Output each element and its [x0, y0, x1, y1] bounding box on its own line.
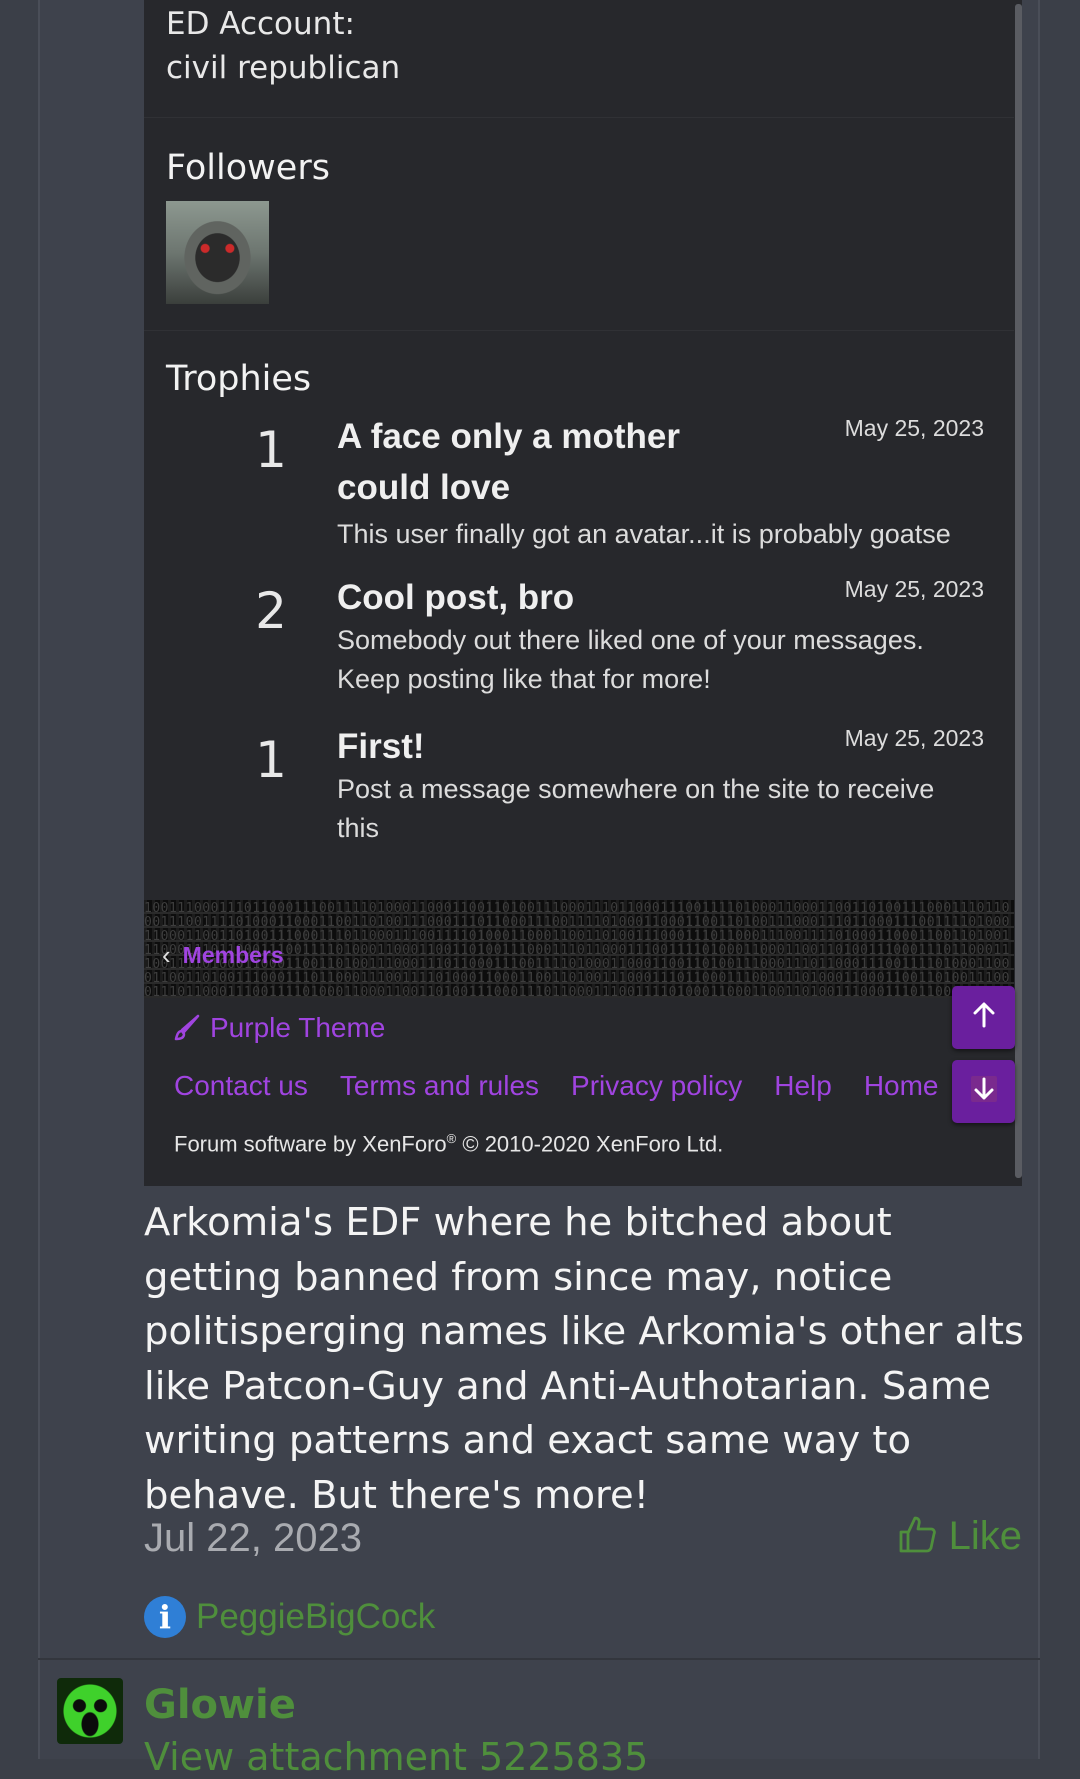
breadcrumb-back-link[interactable]: ‹ Members	[162, 940, 284, 971]
copyright-suffix: © 2010-2020 XenForo Ltd.	[456, 1131, 724, 1157]
post-body-text: Arkomia's EDF where he bitched about get…	[144, 1200, 1025, 1518]
trophy-title: A face only a mother could love	[337, 417, 680, 507]
footer-link-help[interactable]: Help	[774, 1070, 832, 1102]
followers-block: Followers	[144, 118, 1014, 331]
trophy-date: May 25, 2023	[844, 576, 984, 602]
reactions-bar[interactable]: i PeggieBigCock	[144, 1596, 435, 1638]
scroll-top-button[interactable]	[952, 986, 1015, 1049]
embedded-profile-screenshot: ED Account: civil republican Followers T…	[144, 0, 1022, 1186]
trophies-title: Trophies	[166, 359, 312, 399]
reactor-name[interactable]: PeggieBigCock	[196, 1597, 435, 1637]
like-button[interactable]: Like	[897, 1513, 1022, 1560]
arrow-up-icon	[969, 1000, 999, 1035]
thumbs-up-icon	[897, 1513, 939, 1560]
username-link[interactable]: Glowie	[144, 1682, 296, 1728]
trophy-date: May 25, 2023	[844, 415, 984, 441]
binary-breadcrumb-bar: 1001110001110110001110011110100011000110…	[144, 900, 1014, 998]
trophies-block: Trophies 1 A face only a mother could lo…	[144, 331, 1014, 891]
follower-avatar	[166, 201, 269, 304]
copyright-prefix: Forum software by XenForo	[174, 1131, 447, 1157]
members-link[interactable]: Members	[183, 942, 284, 969]
trophy-title: First!	[337, 727, 425, 766]
trophy-description: Somebody out there liked one of your mes…	[337, 625, 924, 694]
ed-account-block: ED Account: civil republican	[144, 0, 1014, 118]
footer-link-terms[interactable]: Terms and rules	[340, 1070, 539, 1102]
trophy-description: Post a message somewhere on the site to …	[337, 774, 935, 843]
trophy-description: This user finally got an avatar...it is …	[337, 519, 951, 549]
ed-account-label: ED Account:	[166, 6, 355, 42]
footer-link-privacy[interactable]: Privacy policy	[571, 1070, 742, 1102]
footer-link-contact[interactable]: Contact us	[174, 1070, 308, 1102]
trophy-date: May 25, 2023	[844, 725, 984, 751]
registered-mark: ®	[446, 1131, 457, 1146]
trophy-title: Cool post, bro	[337, 578, 575, 617]
info-icon: i	[144, 1596, 186, 1638]
chevron-left-icon: ‹	[162, 940, 171, 970]
trophy-points: 1	[255, 731, 287, 789]
followers-title: Followers	[166, 148, 330, 188]
paintbrush-icon	[172, 1013, 202, 1043]
copyright-text: Forum software by XenForo® © 2010-2020 X…	[174, 1131, 723, 1157]
ed-account-value: civil republican	[166, 50, 401, 86]
footer-links: Contact us Terms and rules Privacy polic…	[174, 1070, 939, 1102]
arrow-down-icon	[969, 1074, 999, 1109]
style-chooser-link[interactable]: Purple Theme	[172, 1012, 385, 1044]
trophy-points: 1	[255, 421, 287, 479]
theme-label[interactable]: Purple Theme	[210, 1012, 385, 1044]
trophy-points: 2	[255, 582, 287, 640]
footer-link-home[interactable]: Home	[864, 1070, 939, 1102]
attachment-link[interactable]: View attachment 5225835	[144, 1735, 648, 1779]
like-label[interactable]: Like	[949, 1514, 1022, 1559]
post-date[interactable]: Jul 22, 2023	[144, 1516, 362, 1561]
scroll-bottom-button[interactable]	[952, 1060, 1015, 1123]
post-divider	[38, 1658, 1040, 1660]
embed-scrollbar	[1015, 4, 1022, 1178]
avatar[interactable]	[57, 1678, 123, 1744]
